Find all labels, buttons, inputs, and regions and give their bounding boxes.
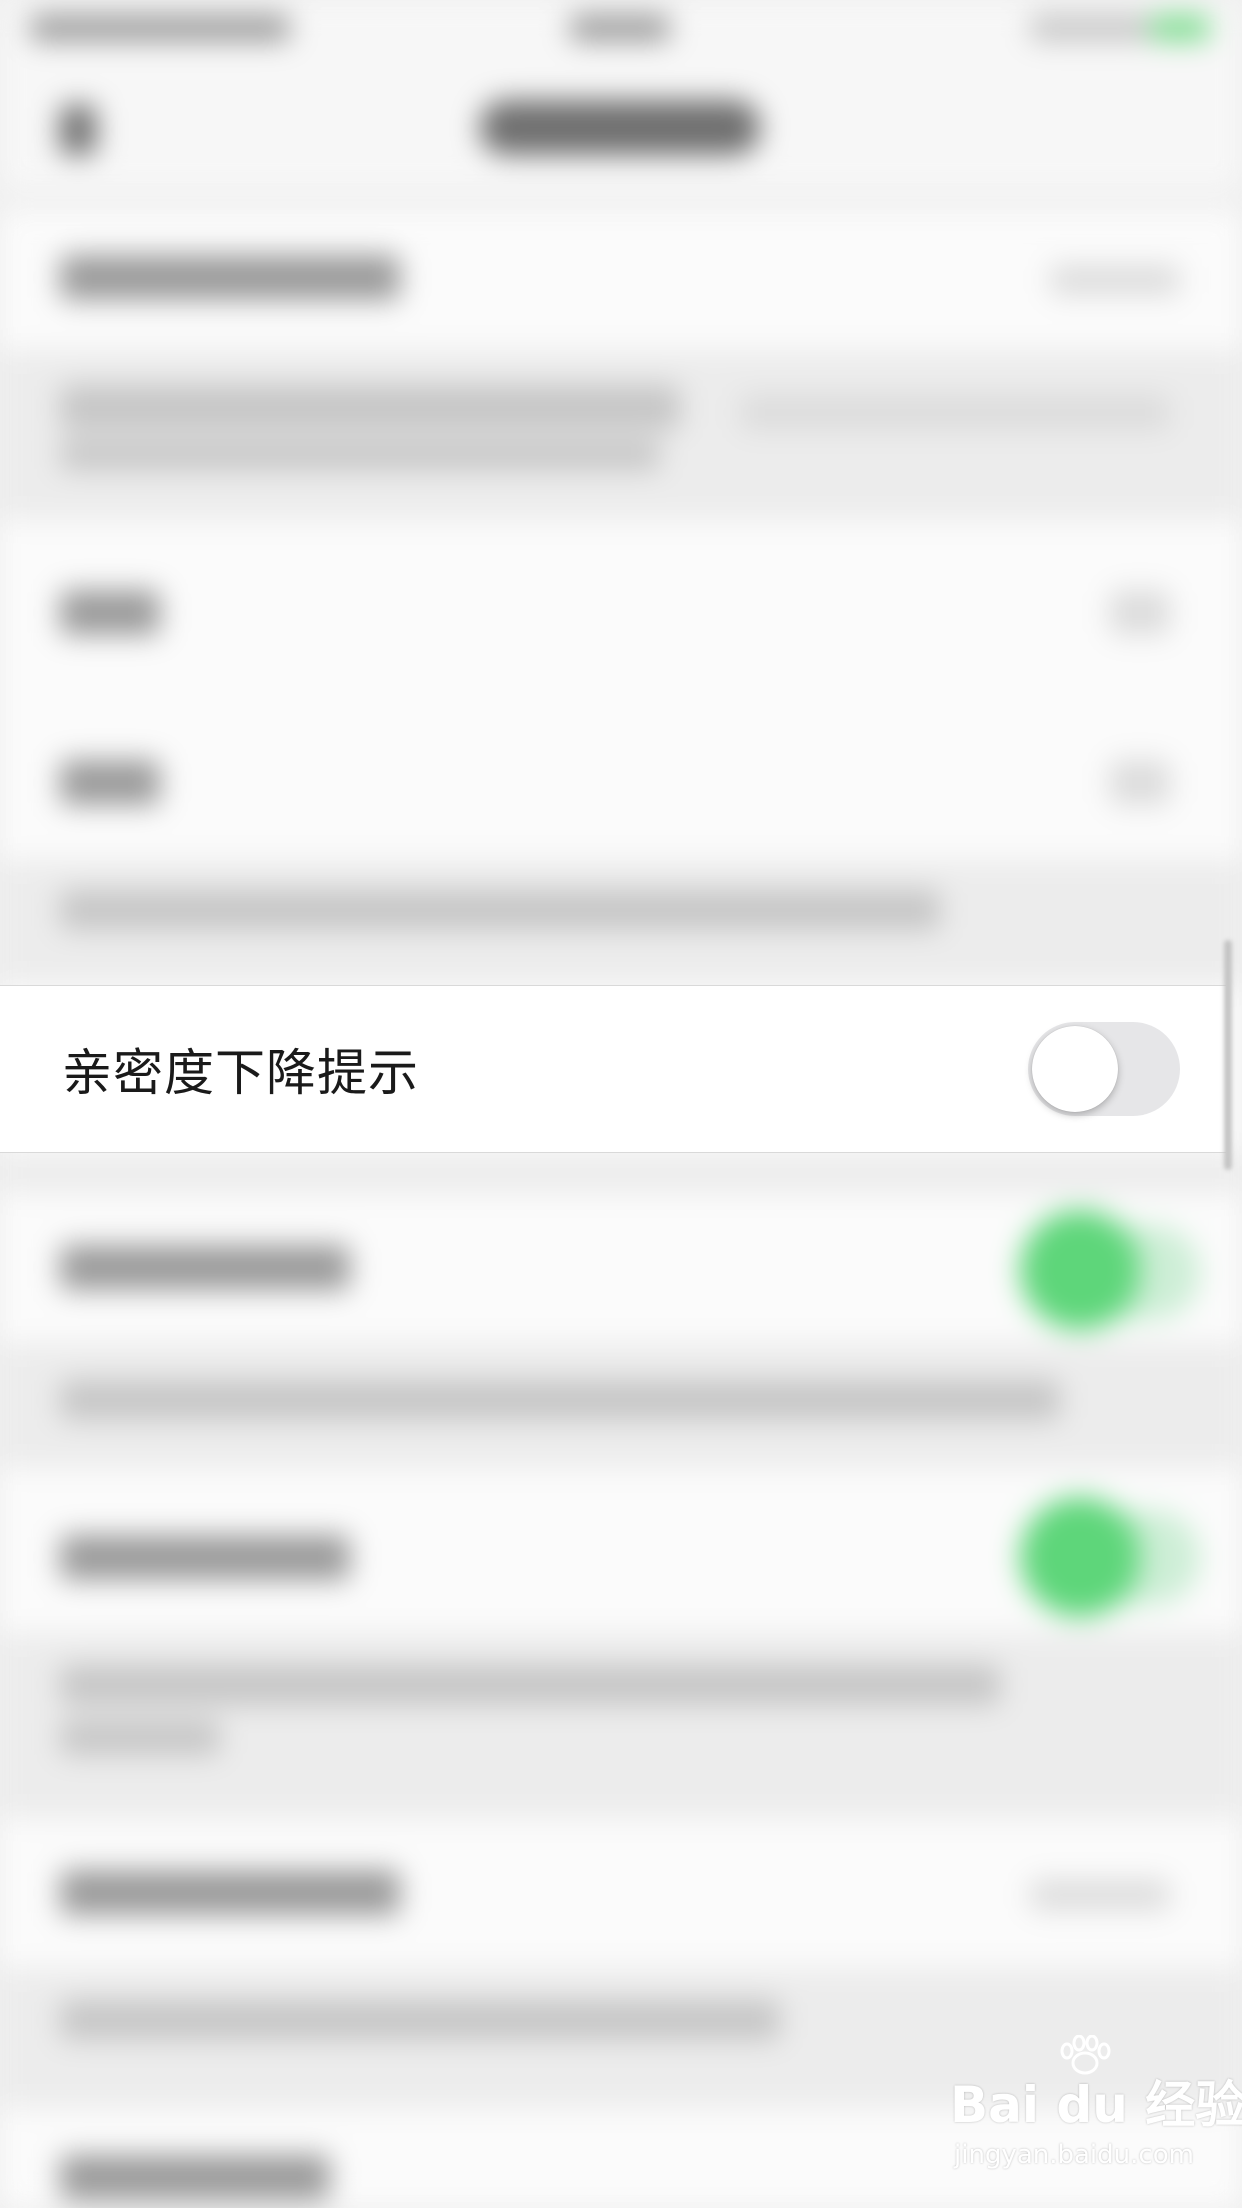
intimacy-decrease-alert-row[interactable]: 亲密度下降提示 xyxy=(0,985,1226,1153)
watermark-logo-text: Bai du 经验 xyxy=(950,2076,1242,2134)
intimacy-decrease-alert-toggle[interactable] xyxy=(1028,1022,1180,1116)
baidu-jingyan-watermark: Bai du 经验 jingyan.baidu.com xyxy=(950,2035,1242,2185)
intimacy-decrease-alert-label: 亲密度下降提示 xyxy=(62,1044,419,1102)
watermark-site: jingyan.baidu.com xyxy=(954,2140,1194,2170)
settings-screen: 亲密度下降提示 Bai du 经验 jingyan.baidu.com xyxy=(0,0,1242,2208)
scrollbar[interactable] xyxy=(1224,940,1232,1170)
toggle-knob xyxy=(1032,1026,1118,1112)
